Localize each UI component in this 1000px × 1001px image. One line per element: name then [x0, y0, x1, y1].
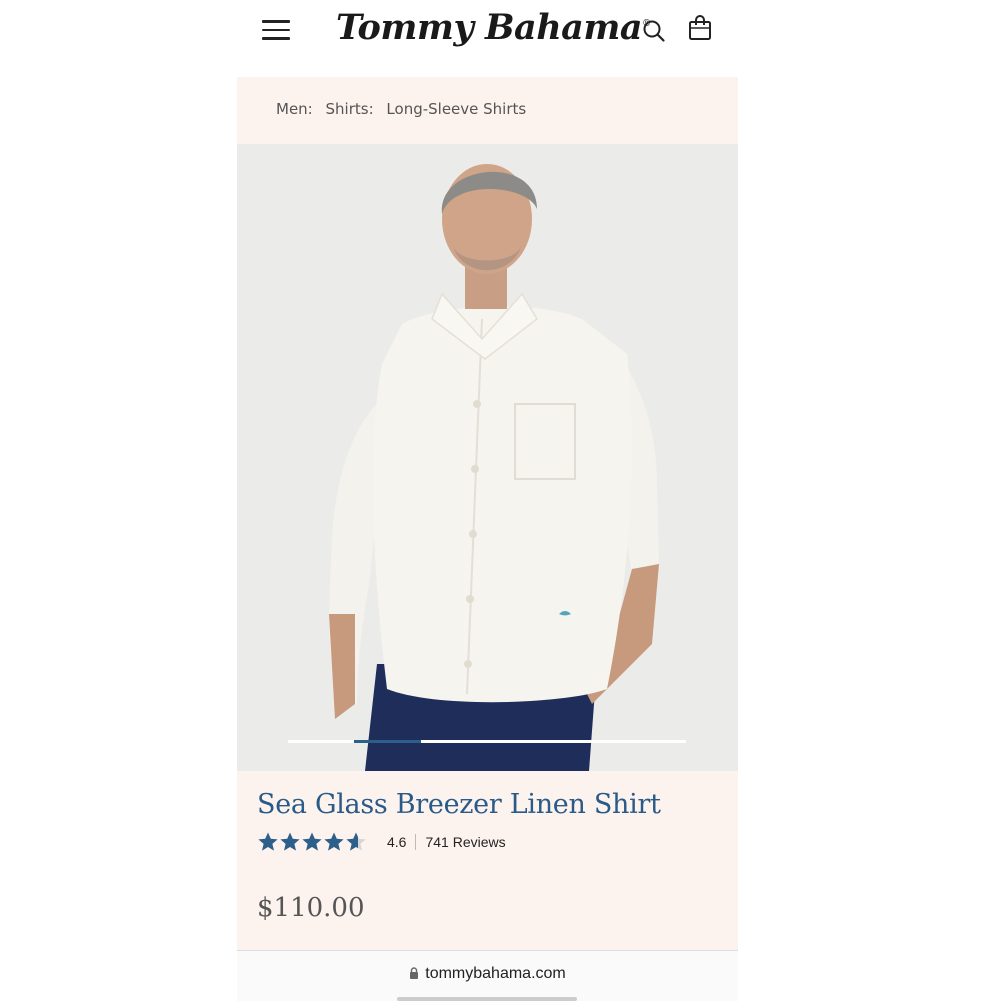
review-count-link[interactable]: 741 Reviews [425, 834, 505, 850]
menu-icon[interactable] [262, 20, 290, 40]
url-display[interactable]: tommybahama.com [237, 965, 738, 983]
product-title: Sea Glass Breezer Linen Shirt [257, 789, 661, 820]
product-rating[interactable]: 4.6 741 Reviews [257, 829, 506, 855]
breadcrumb: Men: Shirts: Long-Sleeve Shirts [276, 100, 534, 122]
star-icon [324, 832, 344, 851]
search-icon[interactable] [642, 19, 666, 43]
browser-address-bar[interactable]: tommybahama.com [237, 950, 738, 1001]
shopping-bag-icon[interactable] [688, 15, 712, 41]
star-icon [346, 832, 366, 851]
star-icon [280, 832, 300, 851]
star-rating [257, 831, 367, 853]
brand-logo[interactable]: Tommy Bahama® [336, 2, 651, 54]
star-icon [302, 832, 322, 851]
logo-text: Tommy Bahama [336, 7, 643, 48]
product-panel: Men: Shirts: Long-Sleeve Shirts Sea Glas… [237, 77, 738, 950]
carousel-active-indicator [354, 740, 421, 743]
site-header: Tommy Bahama® [0, 0, 1000, 62]
product-image[interactable] [237, 144, 738, 771]
home-indicator [397, 997, 577, 1001]
lock-icon [410, 967, 419, 979]
breadcrumb-men[interactable]: Men: [276, 100, 313, 118]
product-price: $110.00 [257, 893, 365, 923]
star-icon [258, 832, 278, 851]
url-text: tommybahama.com [425, 965, 566, 982]
breadcrumb-shirts[interactable]: Shirts: [326, 100, 374, 118]
breadcrumb-long-sleeve-shirts[interactable]: Long-Sleeve Shirts [386, 100, 526, 118]
rating-divider [415, 834, 417, 850]
model-photo [237, 144, 738, 771]
image-carousel-progress[interactable] [288, 740, 686, 743]
rating-value: 4.6 [387, 834, 407, 850]
